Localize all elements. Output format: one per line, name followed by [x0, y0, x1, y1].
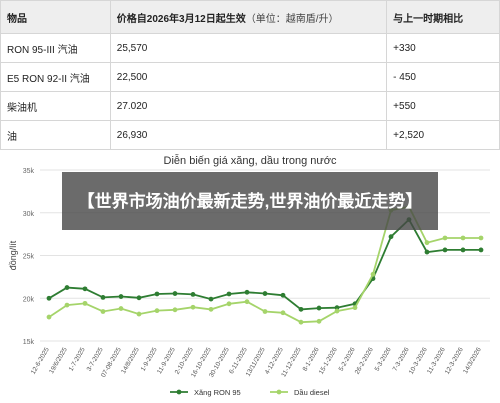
cell-change: +2,520 [386, 120, 500, 150]
y-tick-label: 30k [23, 211, 35, 218]
data-point [190, 292, 196, 297]
data-point [298, 319, 304, 325]
data-point [352, 305, 358, 311]
x-tick-label: 7-3-2026 [392, 346, 411, 372]
data-point [46, 314, 52, 320]
header-product: 物品 [0, 0, 111, 34]
cell-price: 25,570 [109, 33, 388, 63]
data-point [244, 299, 250, 305]
data-point [478, 247, 484, 253]
x-tick-label: 26-2-2026 [354, 346, 375, 375]
data-point [334, 308, 340, 314]
x-tick-label: 8-1-2026 [302, 346, 321, 372]
data-point [172, 307, 178, 313]
x-tick-label: 15-1-2026 [318, 346, 339, 375]
table-row: 油 26,930 +2,520 [0, 120, 500, 150]
data-point [226, 301, 232, 307]
cell-change: +550 [386, 91, 500, 121]
data-point [442, 247, 448, 253]
cell-product: 柴油机 [0, 91, 111, 121]
fuel-price-table: 物品 价格自2026年3月12日起生效（单位：越南盾/升） 与上一时期相比 RO… [0, 0, 500, 150]
cell-change: +330 [386, 33, 500, 63]
data-point [442, 235, 448, 241]
cell-price: 27.020 [109, 91, 388, 121]
data-point [46, 295, 52, 301]
legend-label: Dầu diesel [294, 388, 330, 397]
cell-change: - 450 [386, 62, 500, 92]
data-point [424, 249, 430, 255]
data-point [424, 240, 430, 246]
data-point [154, 291, 160, 297]
data-point [154, 308, 160, 314]
data-point [280, 310, 286, 316]
data-point [82, 286, 88, 292]
x-tick-label: 3-7-2025 [86, 346, 105, 372]
header-change: 与上一时期相比 [386, 0, 500, 34]
data-point [460, 235, 466, 241]
y-tick-label: 15k [23, 339, 35, 346]
x-tick-label: 5-2-2026 [338, 346, 357, 372]
data-point [298, 306, 304, 312]
data-point [100, 294, 106, 300]
legend-swatch-marker [276, 389, 282, 395]
x-tick-label: 1-9-2025 [140, 346, 159, 372]
y-tick-label: 20k [23, 296, 35, 303]
data-point [316, 318, 322, 324]
data-point [460, 247, 466, 253]
data-point [64, 285, 70, 290]
data-point [370, 271, 376, 277]
article-title-overlay: 【世界市场油价最新走势,世界油价最近走势】 [62, 172, 438, 230]
data-point [316, 305, 322, 311]
data-point [208, 296, 214, 302]
cell-product: E5 RON 92-II 汽油 [0, 62, 111, 92]
data-point [244, 289, 250, 295]
table-row: RON 95-III 汽油 25,570 +330 [0, 33, 500, 63]
header-price-label: 价格自2026年3月12日起生效 [116, 13, 246, 25]
y-axis-label: đồng/lít [8, 240, 18, 270]
x-tick-label: 5-3-2026 [374, 346, 393, 372]
data-point [208, 306, 214, 312]
header-price-unit: （单位：越南盾/升） [245, 13, 339, 25]
data-point [172, 291, 178, 296]
legend-swatch-marker [176, 389, 182, 395]
data-point [262, 291, 268, 296]
data-point [190, 304, 196, 310]
cell-price: 26,930 [109, 120, 388, 150]
cell-price: 22,500 [109, 62, 388, 92]
x-tick-label: 14/8/2025 [120, 346, 141, 375]
x-tick-label: 19/6/2025 [48, 346, 69, 375]
header-price: 价格自2026年3月12日起生效（单位：越南盾/升） [109, 0, 388, 34]
cell-product: RON 95-III 汽油 [0, 33, 111, 63]
data-point [100, 309, 106, 314]
data-point [262, 309, 268, 314]
data-point [226, 291, 232, 297]
y-tick-label: 25k [23, 254, 35, 261]
table-header-row: 物品 价格自2026年3月12日起生效（单位：越南盾/升） 与上一时期相比 [0, 0, 500, 34]
data-point [136, 295, 142, 301]
data-point [388, 234, 394, 240]
cell-product: 油 [0, 120, 111, 150]
data-point [64, 302, 70, 308]
data-point [82, 300, 88, 306]
legend-label: Xăng RON 95 [194, 388, 241, 397]
x-tick-label: 1-7-2025 [68, 346, 87, 372]
data-point [118, 306, 124, 311]
x-tick-label: 14/3/2026 [462, 346, 483, 375]
data-point [280, 292, 286, 298]
table-row: E5 RON 92-II 汽油 22,500 - 450 [0, 62, 500, 92]
y-tick-label: 35k [23, 168, 35, 175]
data-point [118, 294, 124, 299]
data-point [478, 235, 484, 241]
table-row: 柴油机 27.020 +550 [0, 91, 500, 121]
chart-title: Diễn biến giá xăng, dầu trong nước [164, 154, 337, 167]
data-point [136, 311, 142, 317]
